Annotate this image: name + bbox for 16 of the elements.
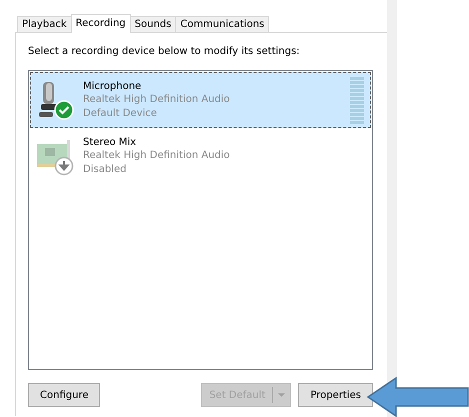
tab[interactable]: Playback: [17, 16, 72, 32]
tab[interactable]: Sounds: [130, 16, 176, 32]
configure-button[interactable]: Configure: [28, 383, 100, 407]
tab[interactable]: Recording: [70, 14, 131, 33]
level-meter: [350, 76, 364, 124]
device-driver: Realtek High Definition Audio: [83, 93, 231, 107]
device-status: Disabled: [83, 162, 128, 176]
device-name: Stereo Mix: [83, 136, 138, 150]
instruction-text: Select a recording device below to modify its settings:: [28, 46, 301, 57]
caret-icon: [277, 392, 286, 398]
device-status: Default Device: [83, 106, 158, 120]
device-driver: Realtek High Definition Audio: [83, 149, 231, 163]
device-name: Microphone: [83, 80, 142, 94]
tab[interactable]: Communications: [175, 16, 270, 32]
device-item[interactable]: Microphone Realtek High Definition Audio Default Device: [30, 72, 371, 128]
properties-button[interactable]: Properties: [298, 383, 373, 407]
